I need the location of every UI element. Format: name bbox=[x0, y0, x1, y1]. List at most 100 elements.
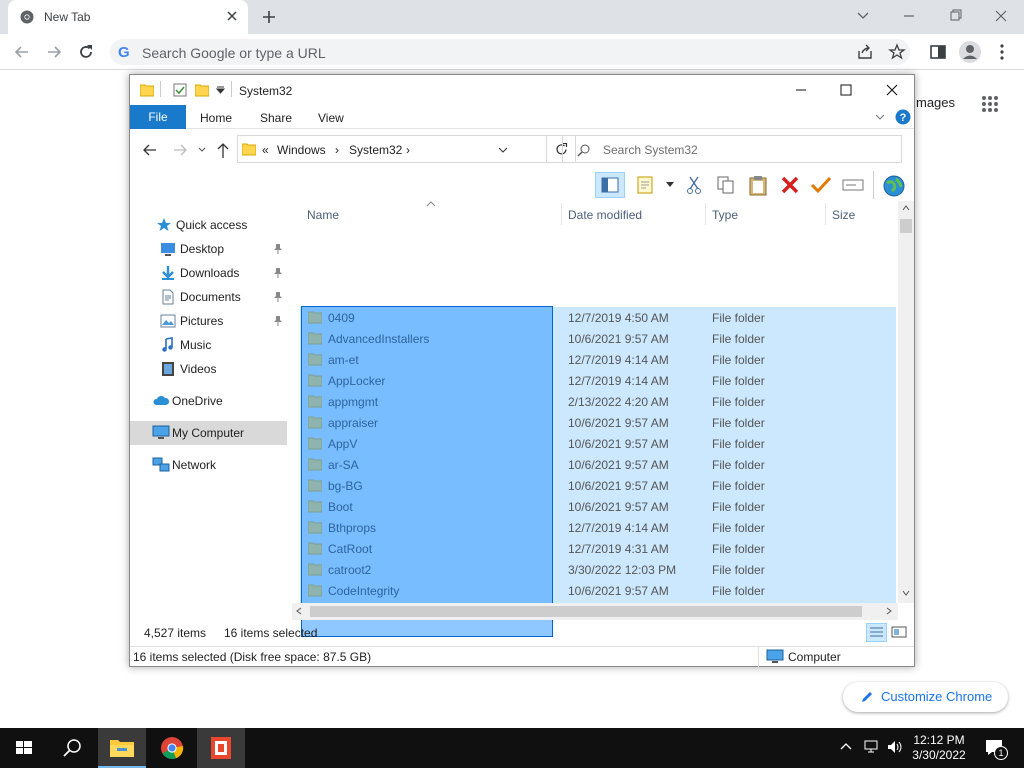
pin-icon[interactable] bbox=[273, 291, 283, 303]
chevron-up-icon[interactable] bbox=[840, 741, 852, 753]
nav-item-videos[interactable]: Videos bbox=[130, 357, 287, 381]
chevron-down-icon[interactable] bbox=[852, 6, 874, 26]
dropdown-arrow-icon[interactable] bbox=[666, 182, 674, 188]
tab-home[interactable]: Home bbox=[200, 111, 232, 125]
tab-view[interactable]: View bbox=[318, 111, 344, 125]
help-icon[interactable]: ? bbox=[895, 109, 911, 125]
properties-check-icon[interactable] bbox=[173, 83, 187, 97]
chrome-taskbar-icon[interactable] bbox=[148, 728, 196, 768]
windows-start-icon[interactable] bbox=[0, 728, 48, 768]
restore-icon[interactable] bbox=[944, 6, 966, 26]
selected-count: 16 items selected bbox=[224, 626, 318, 640]
cut-icon[interactable] bbox=[684, 175, 704, 195]
back-arrow-icon[interactable] bbox=[12, 42, 32, 62]
tab-file[interactable]: File bbox=[130, 105, 186, 129]
images-link[interactable]: mages bbox=[916, 95, 955, 110]
file-type: File folder bbox=[712, 353, 765, 367]
rename-icon[interactable] bbox=[842, 176, 864, 194]
scroll-right-icon[interactable] bbox=[886, 607, 892, 615]
file-type: File folder bbox=[712, 563, 765, 577]
details-divider bbox=[758, 647, 759, 667]
customize-chrome-button[interactable]: Customize Chrome bbox=[843, 682, 1008, 712]
checkmark-icon[interactable] bbox=[810, 175, 832, 195]
close-window-icon[interactable] bbox=[882, 80, 902, 100]
nav-item-network[interactable]: Network bbox=[130, 453, 287, 477]
search-icon[interactable] bbox=[48, 728, 96, 768]
nav-item-documents[interactable]: Documents bbox=[130, 285, 287, 309]
up-arrow-icon[interactable] bbox=[215, 141, 231, 159]
minimize-icon[interactable] bbox=[898, 6, 920, 26]
office-taskbar-icon[interactable] bbox=[197, 728, 245, 768]
taskbar-clock[interactable]: 12:12 PM 3/30/2022 bbox=[900, 733, 978, 763]
reload-icon[interactable] bbox=[76, 42, 96, 62]
horizontal-scrollbar[interactable] bbox=[292, 603, 898, 620]
pin-icon[interactable] bbox=[273, 267, 283, 279]
chevron-right-icon[interactable]: › bbox=[335, 143, 339, 157]
globe-icon[interactable] bbox=[882, 174, 906, 198]
back-arrow-icon[interactable] bbox=[142, 142, 158, 158]
file-type: File folder bbox=[712, 437, 765, 451]
network-icon bbox=[152, 457, 170, 473]
pin-icon[interactable] bbox=[273, 243, 283, 255]
vertical-scrollbar[interactable] bbox=[898, 201, 914, 603]
new-tab-icon[interactable] bbox=[260, 8, 278, 26]
bookmark-star-icon[interactable] bbox=[888, 43, 906, 61]
nav-item-onedrive[interactable]: OneDrive bbox=[130, 389, 287, 413]
menu-kebab-icon[interactable] bbox=[994, 42, 1010, 62]
pin-icon[interactable] bbox=[273, 315, 283, 327]
tab-new-tab[interactable]: New Tab bbox=[8, 0, 248, 34]
details-bar: 16 items selected (Disk free space: 87.5… bbox=[130, 646, 914, 667]
tab-share[interactable]: Share bbox=[260, 111, 292, 125]
horizontal-scroll-thumb[interactable] bbox=[310, 606, 862, 617]
nav-item-my-computer[interactable]: My Computer bbox=[130, 421, 287, 445]
forward-arrow-icon[interactable] bbox=[172, 142, 188, 158]
search-box[interactable]: Search System32 bbox=[562, 135, 902, 163]
scroll-down-icon[interactable] bbox=[902, 590, 910, 596]
address-bar[interactable]: « Windows › System32 › bbox=[237, 135, 547, 163]
file-date: 12/7/2019 4:14 AM bbox=[568, 521, 669, 535]
paste-icon[interactable] bbox=[748, 174, 768, 196]
minimize-icon[interactable] bbox=[791, 80, 811, 100]
nav-item-label: My Computer bbox=[172, 426, 245, 440]
forward-arrow-icon[interactable] bbox=[44, 42, 64, 62]
file-date: 12/7/2019 4:31 AM bbox=[568, 542, 669, 556]
notification-badge: 1 bbox=[994, 746, 1008, 760]
network-icon[interactable] bbox=[862, 739, 880, 755]
scroll-left-icon[interactable] bbox=[296, 607, 302, 615]
cloud-icon bbox=[152, 393, 170, 407]
close-window-icon[interactable] bbox=[990, 6, 1012, 26]
file-explorer-taskbar-icon[interactable] bbox=[98, 728, 146, 768]
qat-dropdown-icon[interactable] bbox=[216, 85, 225, 94]
nav-item-label: Pictures bbox=[180, 314, 224, 328]
details-view-icon[interactable] bbox=[866, 623, 887, 642]
vertical-scroll-thumb[interactable] bbox=[900, 219, 912, 233]
breadcrumb-overflow[interactable]: « bbox=[262, 143, 269, 157]
delete-icon[interactable] bbox=[780, 175, 800, 195]
pencil-icon bbox=[860, 690, 874, 704]
omnibox[interactable]: G Search Google or type a URL bbox=[110, 39, 910, 65]
nav-item-desktop[interactable]: Desktop bbox=[130, 237, 287, 261]
close-tab-icon[interactable] bbox=[225, 9, 239, 23]
recent-locations-chevron-icon[interactable] bbox=[197, 145, 207, 155]
new-folder-icon[interactable] bbox=[195, 83, 209, 97]
file-date: 2/13/2022 4:20 AM bbox=[568, 395, 669, 409]
nav-item-pictures[interactable]: Pictures bbox=[130, 309, 287, 333]
side-panel-icon[interactable] bbox=[928, 42, 948, 62]
nav-item-quick-access[interactable]: Quick access bbox=[130, 213, 287, 237]
note-icon[interactable] bbox=[636, 175, 658, 195]
nav-item-music[interactable]: Music bbox=[130, 333, 287, 357]
address-dropdown-icon[interactable] bbox=[498, 145, 508, 155]
profile-avatar-icon[interactable] bbox=[958, 40, 982, 64]
copy-icon[interactable] bbox=[716, 175, 736, 195]
nav-item-downloads[interactable]: Downloads bbox=[130, 261, 287, 285]
maximize-icon[interactable] bbox=[836, 80, 856, 100]
ribbon-expand-chevron-icon[interactable] bbox=[874, 111, 886, 123]
share-icon[interactable] bbox=[856, 43, 874, 61]
scroll-up-icon[interactable] bbox=[902, 205, 910, 211]
breadcrumb-windows[interactable]: Windows bbox=[277, 143, 326, 157]
large-icons-view-icon[interactable] bbox=[891, 625, 907, 639]
preview-pane-icon[interactable] bbox=[595, 172, 625, 198]
breadcrumb-system32[interactable]: System32 bbox=[349, 143, 402, 157]
apps-grid-icon[interactable] bbox=[981, 95, 999, 113]
chevron-right-icon[interactable]: › bbox=[406, 143, 410, 157]
